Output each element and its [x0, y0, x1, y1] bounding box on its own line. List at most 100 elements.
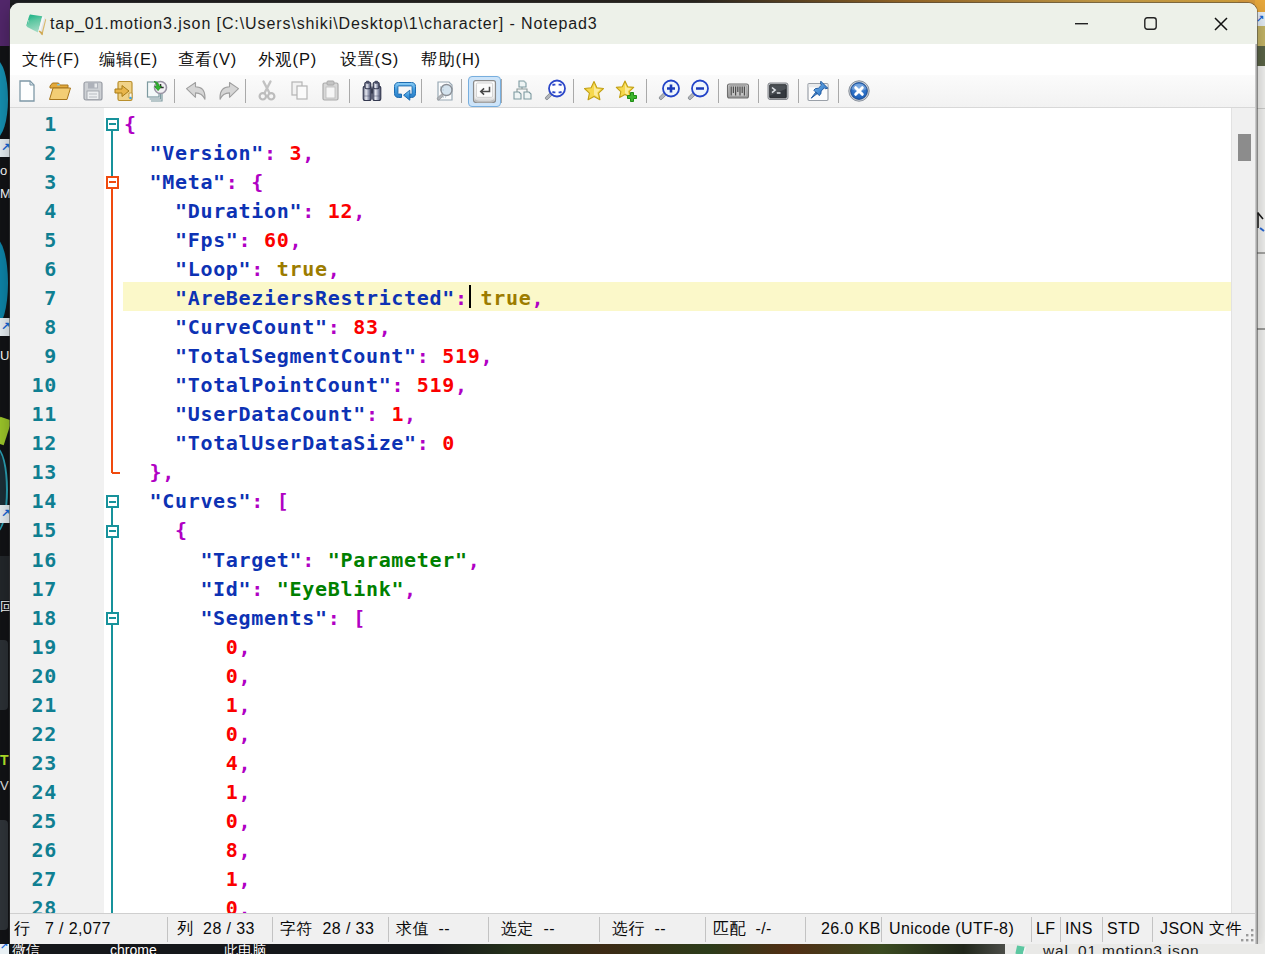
menu-item-2[interactable]: 查看(V): [172, 44, 243, 75]
status-item-7[interactable]: 26.0 KB: [821, 914, 881, 944]
fold-line: [111, 429, 113, 458]
menu-item-4[interactable]: 设置(S): [334, 44, 405, 75]
code-token-prop: "CurveCount": [175, 315, 328, 339]
word-wrap-button[interactable]: [468, 76, 501, 107]
fold-line: [112, 472, 120, 474]
minimize-button[interactable]: [1058, 3, 1104, 44]
code-line-12: "TotalUserDataSize": 0: [124, 429, 455, 458]
fold-line: [111, 546, 113, 575]
editor-area[interactable]: 1234567891011121314151617181920212223242…: [10, 108, 1257, 913]
find-in-document-button[interactable]: [433, 79, 457, 103]
add-favorite-icon: [614, 79, 638, 103]
zoom-out-button[interactable]: [686, 79, 710, 103]
status-item-6[interactable]: 匹配 -/-: [713, 914, 772, 944]
scrollbar-thumb[interactable]: [1238, 134, 1251, 161]
code-line-22: 0,: [124, 720, 251, 749]
save-file-button[interactable]: [81, 79, 105, 103]
replace-button[interactable]: [393, 79, 417, 103]
save-as-button[interactable]: [113, 79, 137, 103]
notepad3-window: tap_01.motion3.json [C:\Users\shiki\Desk…: [10, 3, 1257, 944]
fold-line: [111, 131, 113, 139]
undo-icon: [184, 79, 208, 103]
fold-line: [111, 538, 113, 546]
zoom-selection-button[interactable]: [543, 79, 567, 103]
find-button[interactable]: [360, 79, 384, 103]
desktop-icon-label[interactable]: 此电脑: [224, 944, 266, 954]
status-item-5[interactable]: 选行 --: [612, 914, 666, 944]
status-item-1[interactable]: 列 28 / 33: [177, 914, 255, 944]
status-item-11[interactable]: STD: [1107, 914, 1140, 944]
paste-button[interactable]: [319, 79, 343, 103]
recent-history-icon: [144, 79, 168, 103]
open-file-icon: [48, 79, 72, 103]
status-item-2[interactable]: 字符 28 / 33: [280, 914, 374, 944]
menu-item-3[interactable]: 外观(P): [252, 44, 323, 75]
code-token-ws: [124, 489, 149, 513]
code-token-op: ,: [404, 402, 417, 426]
pin-window-button[interactable]: [806, 79, 830, 103]
menu-item-1[interactable]: 编辑(E): [93, 44, 164, 75]
maximize-button[interactable]: [1127, 3, 1173, 44]
status-item-10[interactable]: INS: [1065, 914, 1093, 944]
desktop-icon-label[interactable]: 微信: [12, 944, 40, 954]
copy-button[interactable]: [288, 79, 312, 103]
code-token-ws: [264, 489, 277, 513]
status-item-9[interactable]: LF: [1036, 914, 1055, 944]
new-file-button[interactable]: [15, 79, 39, 103]
code-token-num: 1: [226, 867, 239, 891]
cut-button[interactable]: [255, 79, 279, 103]
recent-history-button[interactable]: [144, 79, 168, 103]
status-item-12[interactable]: JSON 文件: [1160, 914, 1242, 944]
code-token-op: ,: [239, 722, 252, 746]
add-favorite-button[interactable]: [614, 79, 638, 103]
open-file-button[interactable]: [48, 79, 72, 103]
code-token-ws: [340, 606, 353, 630]
code-line-1: {: [124, 110, 137, 139]
status-item-4[interactable]: 选定 --: [501, 914, 555, 944]
fold-line: [111, 168, 113, 176]
code-token-str: "EyeBlink": [277, 577, 404, 601]
resize-grip[interactable]: [1241, 929, 1255, 942]
code-token-prop: "Version": [149, 141, 264, 165]
status-item-0[interactable]: 行 7 / 2,077: [14, 914, 111, 944]
code-line-21: 1,: [124, 691, 251, 720]
code-token-ws: [124, 751, 226, 775]
window-title: tap_01.motion3.json [C:\Users\shiki\Desk…: [50, 15, 598, 33]
code-token-op: :: [239, 228, 252, 252]
fold-line: [111, 662, 113, 691]
desktop-icon-label[interactable]: chrome: [110, 944, 157, 954]
undo-button[interactable]: [184, 79, 208, 103]
code-token-ws: [124, 606, 200, 630]
code-line-6: "Loop": true,: [124, 255, 340, 284]
menu-item-0[interactable]: 文件(F): [16, 44, 86, 75]
code-line-15: {: [124, 516, 188, 545]
redo-button[interactable]: [217, 79, 241, 103]
code-token-op: },: [149, 460, 174, 484]
code-token-ws: [430, 344, 443, 368]
new-file-icon: [15, 79, 39, 103]
code-line-19: 0,: [124, 633, 251, 662]
code-token-ws: [124, 548, 200, 572]
fold-line: [111, 625, 113, 633]
code-token-ws: [124, 373, 175, 397]
code-line-28: 0,: [124, 894, 251, 913]
fold-line: [111, 516, 113, 524]
exit-button[interactable]: [847, 79, 871, 103]
code-line-17: "Id": "EyeBlink",: [124, 575, 417, 604]
close-button[interactable]: [1198, 3, 1244, 44]
code-token-ws: [340, 315, 353, 339]
terminal-button[interactable]: [766, 79, 790, 103]
status-item-3[interactable]: 求值 --: [396, 914, 450, 944]
code-token-ws: [315, 548, 328, 572]
menu-item-5[interactable]: 帮助(H): [415, 44, 487, 75]
code-token-prop: "TotalUserDataSize": [175, 431, 417, 455]
fold-line: [111, 749, 113, 778]
title-bar: tap_01.motion3.json [C:\Users\shiki\Desk…: [10, 3, 1257, 44]
vertical-scrollbar[interactable]: [1231, 108, 1255, 913]
document-scheme-button[interactable]: [510, 79, 534, 103]
toolbar-separator: [838, 79, 839, 103]
favorites-button[interactable]: [582, 79, 606, 103]
codepage-button[interactable]: [726, 79, 750, 103]
zoom-in-button[interactable]: [657, 79, 681, 103]
status-item-8[interactable]: Unicode (UTF-8): [889, 914, 1014, 944]
